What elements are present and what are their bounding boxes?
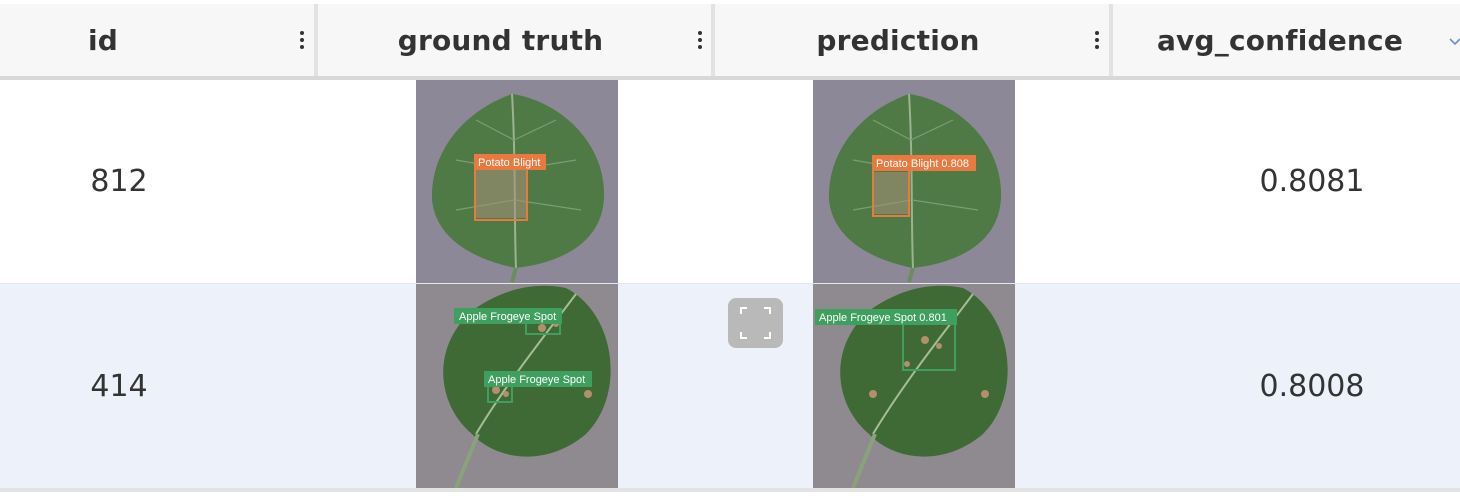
avg-confidence-cell: 0.8008 bbox=[1259, 368, 1365, 404]
avg-confidence-cell: 0.8081 bbox=[1259, 164, 1365, 199]
column-header-label: ground truth bbox=[397, 23, 604, 57]
bbox-label: Apple Frogeye Spot bbox=[488, 374, 585, 386]
id-cell: 812 bbox=[90, 164, 148, 199]
bbox-label: Apple Frogeye Spot 0.801 bbox=[819, 312, 947, 324]
id-cell: 414 bbox=[90, 368, 148, 404]
kebab-icon[interactable] bbox=[297, 28, 307, 52]
kebab-icon[interactable] bbox=[1092, 28, 1102, 52]
table-header: id ground truth prediction avg_confidenc… bbox=[0, 4, 1460, 80]
column-header-label: id bbox=[87, 23, 119, 57]
prediction-image[interactable]: Apple Frogeye Spot 0.801 bbox=[813, 284, 1015, 488]
column-header-ground-truth[interactable]: ground truth bbox=[318, 4, 683, 76]
prediction-image[interactable]: Potato Blight 0.808 bbox=[813, 80, 1015, 283]
chevron-down-icon[interactable] bbox=[1448, 34, 1460, 48]
bbox-label: Potato Blight 0.808 bbox=[876, 158, 969, 170]
bbox-label: Potato Blight bbox=[478, 157, 540, 169]
table-row[interactable]: 812 Potato Blight Potato Blight 0.808 0.… bbox=[0, 80, 1460, 283]
bbox-label: Apple Frogeye Spot bbox=[459, 311, 556, 323]
kebab-icon[interactable] bbox=[695, 28, 705, 52]
column-header-label: prediction bbox=[816, 23, 980, 57]
fullscreen-button[interactable] bbox=[728, 298, 783, 348]
column-header-avg-confidence[interactable]: avg_confidence bbox=[1113, 4, 1447, 76]
data-table: id ground truth prediction avg_confidenc… bbox=[0, 0, 1460, 492]
ground-truth-image[interactable]: Apple Frogeye Spot Apple Frogeye Spot bbox=[416, 284, 618, 488]
column-header-prediction[interactable]: prediction bbox=[715, 4, 1081, 76]
column-header-label: avg_confidence bbox=[1156, 23, 1404, 57]
ground-truth-image[interactable]: Potato Blight bbox=[416, 80, 618, 283]
column-header-id[interactable]: id bbox=[0, 4, 206, 76]
expand-icon bbox=[740, 307, 771, 339]
table-bottom-border bbox=[0, 488, 1460, 492]
